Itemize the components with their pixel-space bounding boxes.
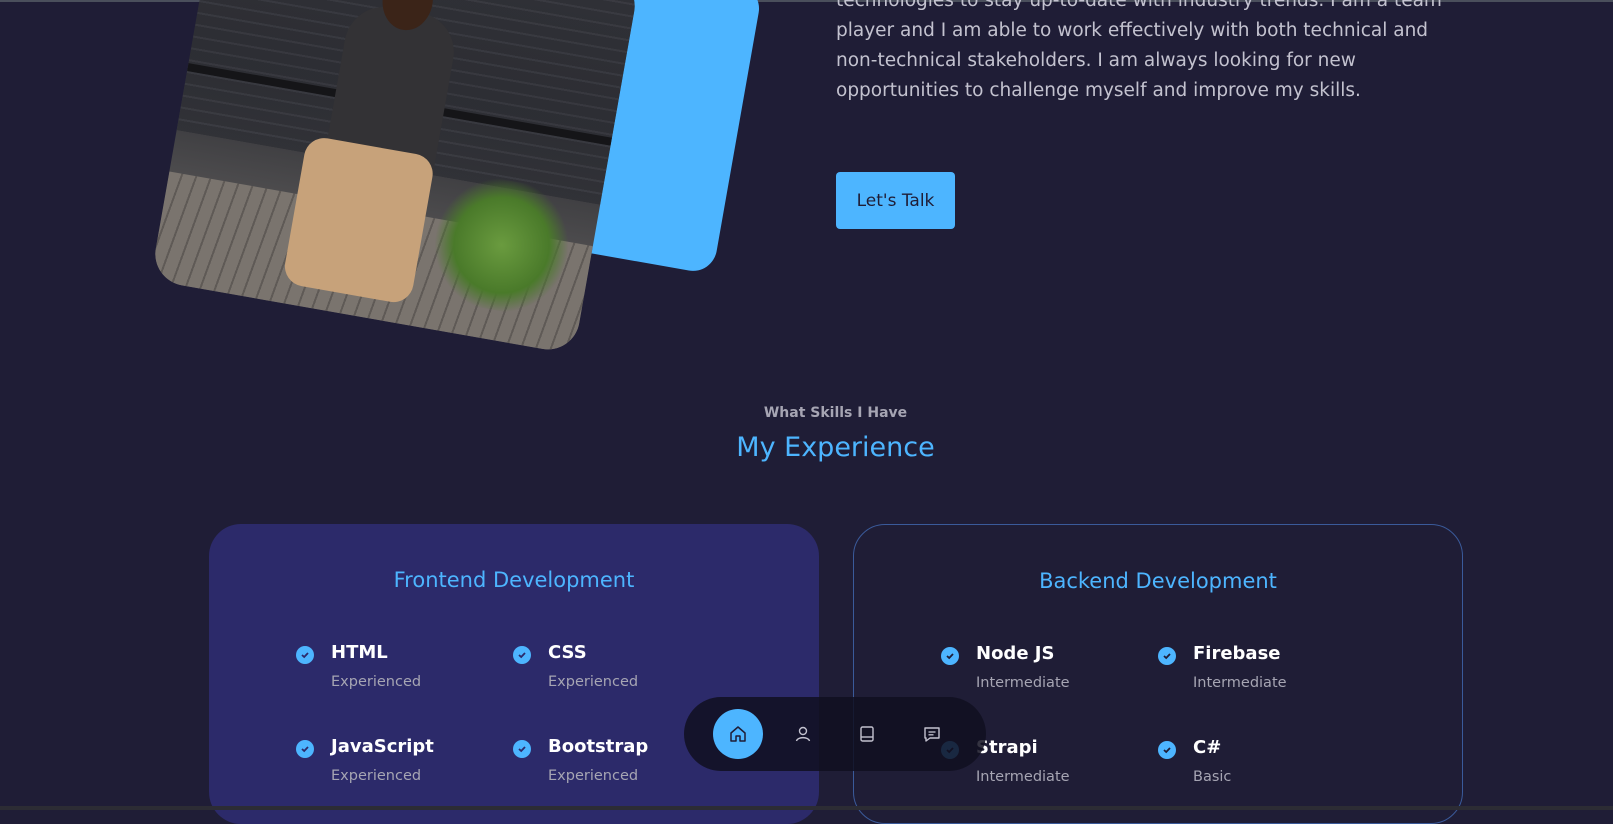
skill-level: Intermediate <box>976 769 1070 785</box>
badge-check-icon <box>1158 741 1176 759</box>
bottom-nav <box>684 697 986 771</box>
skill-name: Node JS <box>976 643 1055 664</box>
skill-name: C# <box>1193 737 1222 758</box>
lets-talk-button[interactable]: Let's Talk <box>836 172 955 229</box>
user-icon <box>795 726 811 742</box>
nav-about[interactable] <box>778 709 828 759</box>
badge-check-icon <box>513 646 531 664</box>
nav-contact[interactable] <box>907 709 957 759</box>
skill-name: HTML <box>331 642 388 663</box>
skill-name: JavaScript <box>331 736 434 757</box>
profile-photo <box>150 0 640 355</box>
skill-name: Bootstrap <box>548 736 649 757</box>
nav-home[interactable] <box>713 709 763 759</box>
badge-check-icon <box>941 647 959 665</box>
home-icon <box>730 726 746 742</box>
section-title: My Experience <box>736 432 935 463</box>
skill-level: Experienced <box>331 674 422 690</box>
nav-experience[interactable] <box>842 709 892 759</box>
book-icon <box>860 726 874 742</box>
message-icon <box>924 727 940 742</box>
skill-level: Experienced <box>548 768 639 784</box>
frontend-card: Frontend Development HTML Experienced CS… <box>209 524 819 824</box>
skill-level: Intermediate <box>1193 675 1287 691</box>
badge-check-icon <box>1158 647 1176 665</box>
badge-check-icon <box>296 646 314 664</box>
skill-level: Intermediate <box>976 675 1070 691</box>
frontend-card-title: Frontend Development <box>393 568 635 592</box>
skill-level: Experienced <box>331 768 422 784</box>
backend-card: Backend Development Node JS Intermediate… <box>853 524 1463 824</box>
skill-level: Experienced <box>548 674 639 690</box>
backend-card-title: Backend Development <box>1039 569 1277 593</box>
skill-name: Firebase <box>1193 643 1281 664</box>
skill-level: Basic <box>1193 769 1232 785</box>
section-subtitle: What Skills I Have <box>763 405 908 421</box>
bottom-border <box>0 806 1613 810</box>
about-paragraph: technologies to stay up-to-date with ind… <box>836 0 1442 101</box>
badge-check-icon <box>513 740 531 758</box>
badge-check-icon <box>296 740 314 758</box>
skill-name: CSS <box>548 642 587 663</box>
profile-photo-frame <box>130 0 763 380</box>
